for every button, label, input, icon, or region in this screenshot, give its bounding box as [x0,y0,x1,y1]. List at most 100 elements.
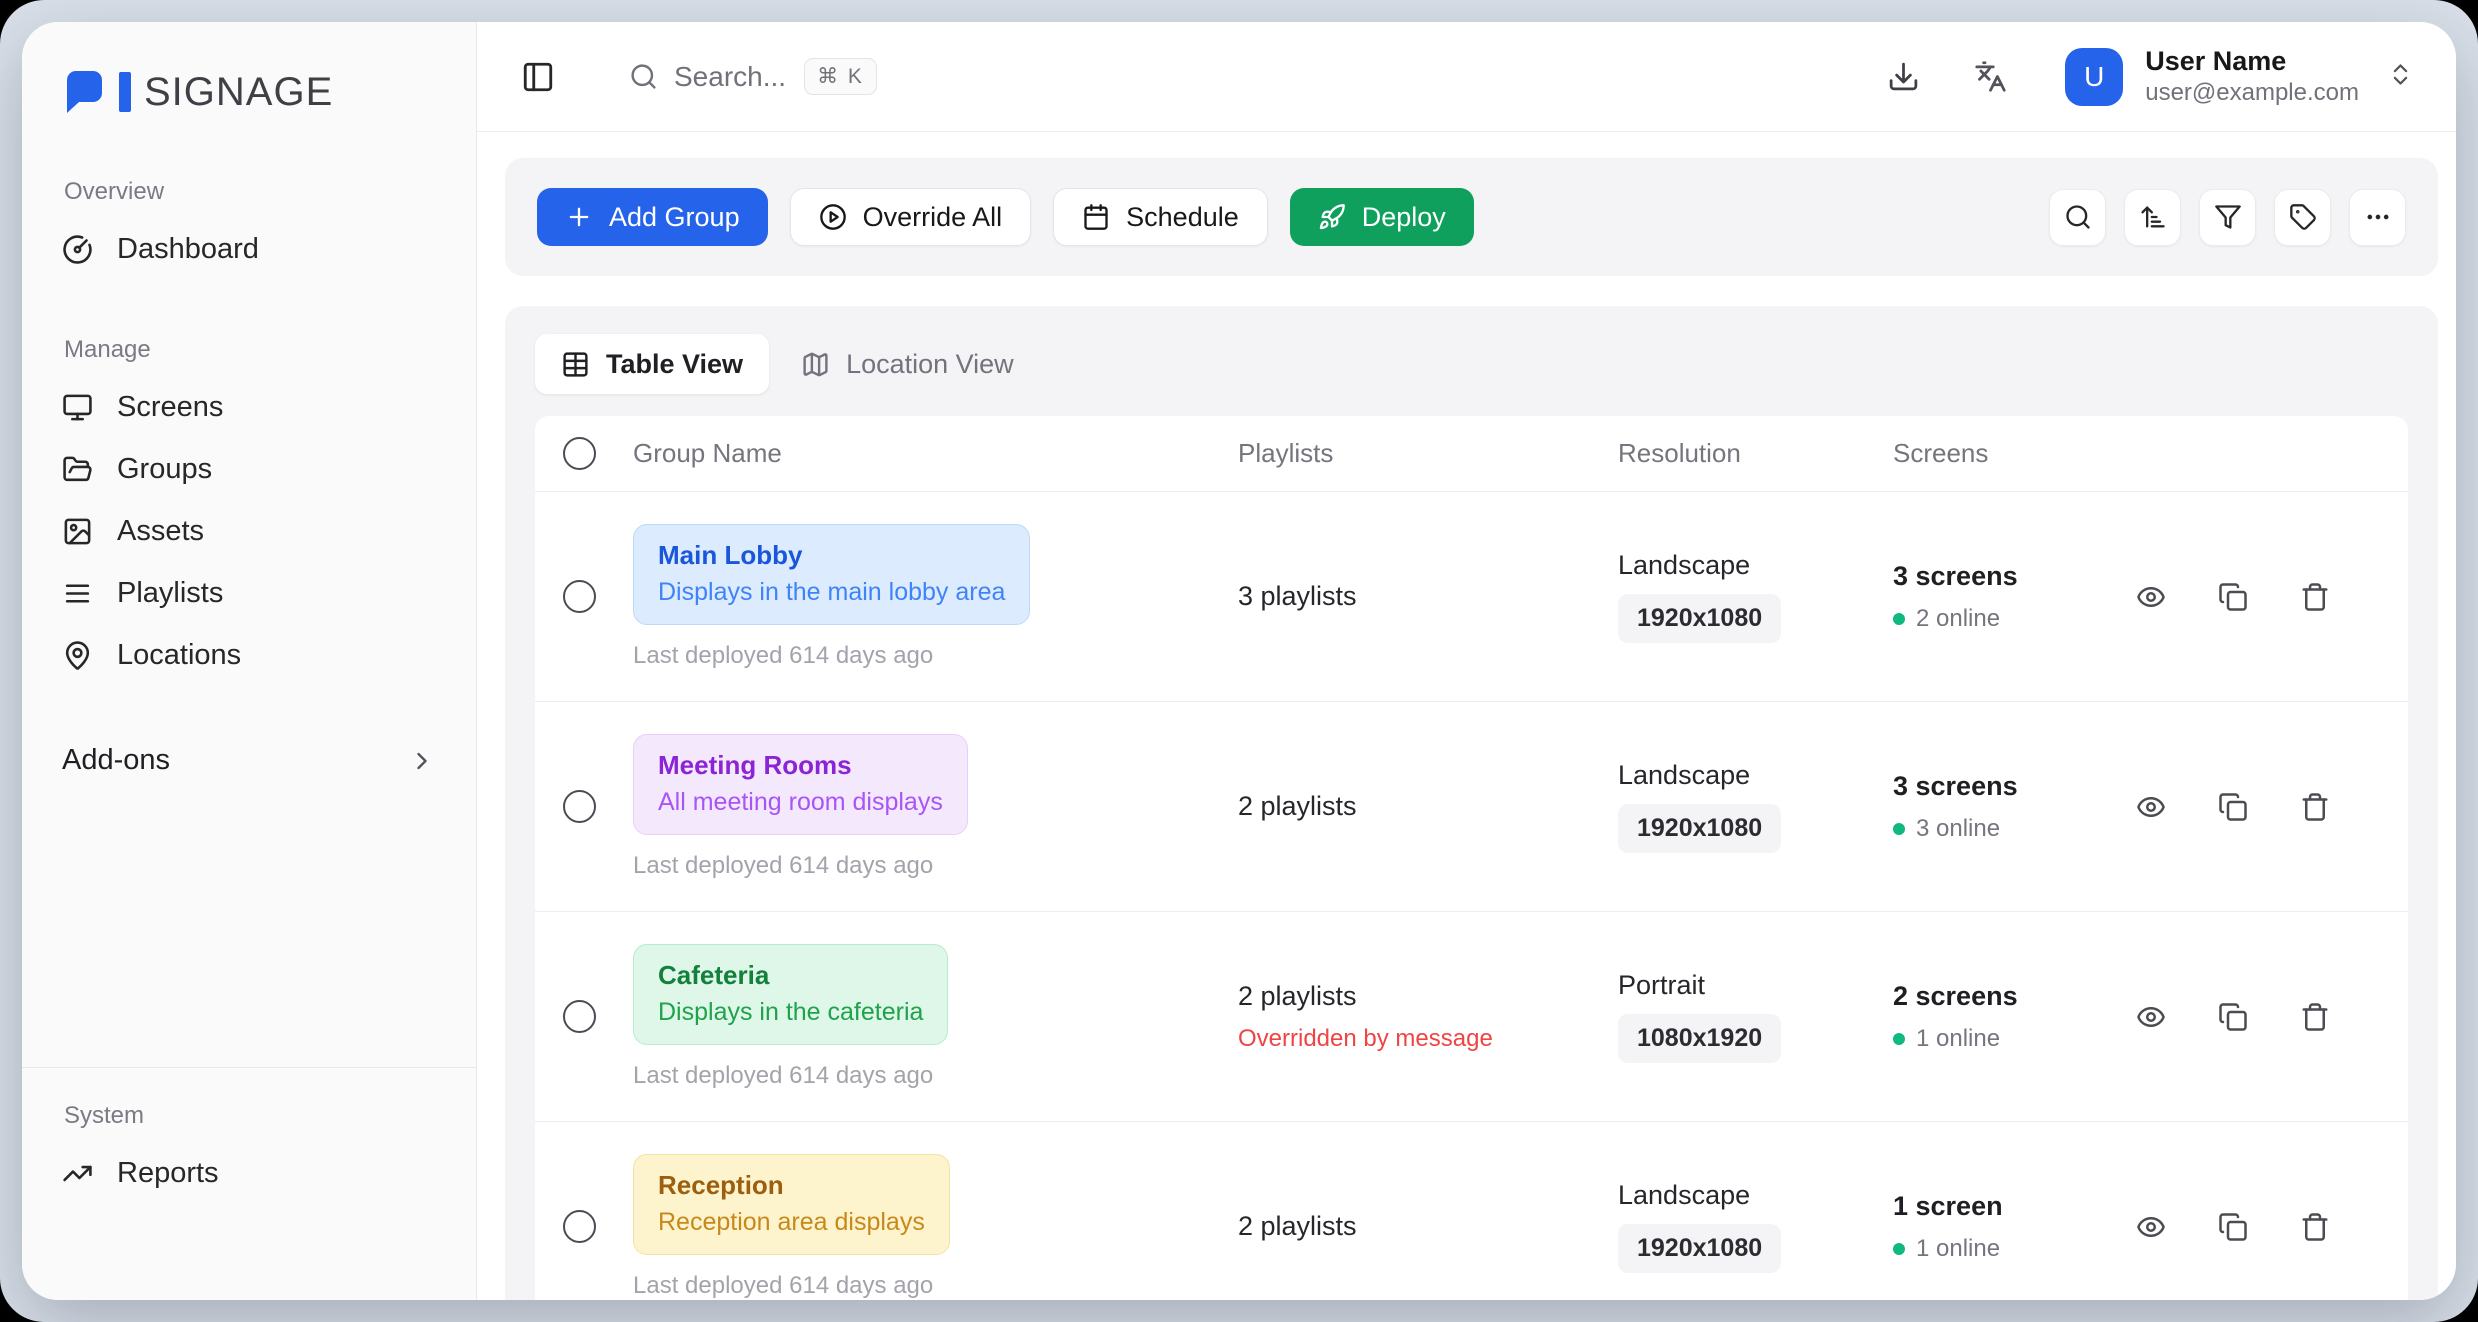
delete-group-button[interactable] [2300,1212,2330,1242]
row-checkbox[interactable] [563,580,596,613]
orientation-label: Landscape [1618,550,1893,581]
group-description: All meeting room displays [658,788,943,817]
playlists-cell: 2 playlists Overridden by message [1238,981,1618,1053]
resolution-cell: Portrait 1080x1920 [1618,970,1893,1063]
column-header-group-name: Group Name [633,438,1238,469]
online-status: 1 online [1893,1235,2128,1263]
more-options-button[interactable] [2349,189,2406,246]
duplicate-group-button[interactable] [2218,792,2248,822]
top-header: Search... ⌘ K U [477,22,2456,132]
tab-table-view[interactable]: Table View [535,334,769,394]
group-name: Reception [658,1170,925,1201]
online-count: 1 online [1916,1235,2000,1263]
sidebar-item-label: Assets [117,515,204,548]
delete-group-button[interactable] [2300,1002,2330,1032]
column-header-playlists: Playlists [1238,438,1618,469]
add-group-button[interactable]: Add Group [537,188,768,246]
panel-left-icon [521,60,555,94]
nav-section-manage: Manage [64,336,436,364]
select-all-checkbox[interactable] [563,437,596,470]
brand-logo[interactable]: SIGNAGE [22,22,476,116]
playlists-cell: 2 playlists [1238,791,1618,822]
online-status: 3 online [1893,815,2128,843]
schedule-button[interactable]: Schedule [1053,188,1268,246]
sidebar-toggle-button[interactable] [521,60,555,94]
resolution-cell: Landscape 1920x1080 [1618,760,1893,853]
groups-table: Group Name Playlists Resolution Screens … [535,416,2408,1300]
search-input[interactable]: Search... ⌘ K [629,58,877,95]
pi-logo-bubble-icon [62,68,114,116]
brand-name: SIGNAGE [144,70,333,115]
screens-count: 1 screen [1893,1191,2128,1222]
sort-button[interactable] [2124,189,2181,246]
duplicate-group-button[interactable] [2218,1002,2248,1032]
duplicate-group-button[interactable] [2218,1212,2248,1242]
group-name-cell: Main Lobby Displays in the main lobby ar… [633,524,1238,670]
sidebar-item-label: Dashboard [117,233,259,266]
view-group-button[interactable] [2136,1002,2166,1032]
sidebar-item-assets[interactable]: Assets [62,500,436,562]
delete-group-button[interactable] [2300,582,2330,612]
table-search-button[interactable] [2049,189,2106,246]
last-deployed-text: Last deployed 614 days ago [633,852,1238,880]
eye-icon [2136,1212,2166,1242]
monitor-icon [62,392,93,423]
sidebar-nav: Overview Dashboard Manage Screens [22,116,476,777]
filter-icon [2214,203,2242,231]
row-checkbox[interactable] [563,1210,596,1243]
view-group-button[interactable] [2136,582,2166,612]
sidebar-item-locations[interactable]: Locations [62,624,436,686]
duplicate-group-button[interactable] [2218,582,2248,612]
sort-ascending-icon [2139,203,2167,231]
table-icon [561,350,590,379]
sidebar-item-reports[interactable]: Reports [62,1142,436,1204]
orientation-label: Portrait [1618,970,1893,1001]
row-checkbox[interactable] [563,790,596,823]
view-group-button[interactable] [2136,792,2166,822]
screens-count: 3 screens [1893,771,2128,802]
search-placeholder: Search... [674,61,786,93]
app-window: SIGNAGE Overview Dashboard Manage Screen… [22,22,2456,1300]
user-menu[interactable]: User Name user@example.com [2145,45,2359,109]
group-badge[interactable]: Meeting Rooms All meeting room displays [633,734,968,835]
sidebar-item-label: Locations [117,639,241,672]
sidebar-item-addons[interactable]: Add-ons [62,744,436,777]
sidebar-item-groups[interactable]: Groups [62,438,436,500]
user-menu-toggle[interactable] [2387,61,2414,93]
folder-open-icon [62,454,93,485]
group-description: Displays in the cafeteria [658,998,923,1027]
group-badge[interactable]: Cafeteria Displays in the cafeteria [633,944,948,1045]
delete-group-button[interactable] [2300,792,2330,822]
view-group-button[interactable] [2136,1212,2166,1242]
group-name: Meeting Rooms [658,750,943,781]
tab-label: Location View [846,349,1014,380]
row-actions [2128,582,2408,612]
tags-button[interactable] [2274,189,2331,246]
row-checkbox[interactable] [563,1000,596,1033]
search-shortcut-badge: ⌘ K [804,58,877,95]
download-button[interactable] [1887,60,1920,93]
search-icon [2064,203,2092,231]
filter-button[interactable] [2199,189,2256,246]
eye-icon [2136,582,2166,612]
screens-count: 3 screens [1893,561,2128,592]
override-all-button[interactable]: Override All [790,188,1032,246]
group-badge[interactable]: Reception Reception area displays [633,1154,950,1255]
sidebar-item-screens[interactable]: Screens [62,376,436,438]
group-description: Reception area displays [658,1208,925,1237]
sidebar-item-label: Groups [117,453,212,486]
screens-cell: 3 screens 3 online [1893,771,2128,843]
tab-location-view[interactable]: Location View [789,334,1026,394]
last-deployed-text: Last deployed 614 days ago [633,1062,1238,1090]
user-email: user@example.com [2145,78,2359,108]
pi-logo-bar-icon [118,71,132,113]
sidebar-item-dashboard[interactable]: Dashboard [62,218,436,280]
eye-icon [2136,792,2166,822]
map-pin-icon [62,640,93,671]
user-avatar[interactable]: U [2065,48,2123,106]
group-badge[interactable]: Main Lobby Displays in the main lobby ar… [633,524,1030,625]
language-button[interactable] [1974,60,2007,93]
trending-up-icon [62,1158,93,1189]
deploy-button[interactable]: Deploy [1290,188,1474,246]
sidebar-item-playlists[interactable]: Playlists [62,562,436,624]
